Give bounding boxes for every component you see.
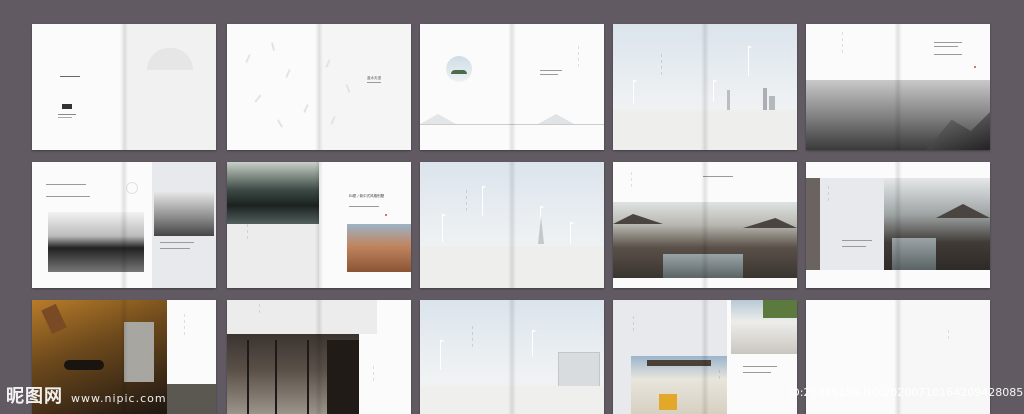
site-watermark: 昵图网 www.nipic.com [6, 382, 167, 408]
tower [727, 90, 730, 110]
lake-dusk-photo [227, 162, 319, 224]
landscape-circle [446, 56, 472, 82]
tea-bowl [64, 360, 104, 370]
brochure-spread-12: — — — — — [227, 300, 411, 414]
cover-text-line [60, 76, 80, 77]
lake-photo [48, 212, 144, 272]
watermark-url: www.nipic.com [71, 392, 167, 405]
brochure-spread-10: — — — [806, 162, 990, 288]
road-photo [347, 224, 411, 272]
villa-sketch [558, 352, 600, 388]
brochure-spread-7: Ri更 / 新中式风格别墅 — — — [227, 162, 411, 288]
brochure-spread-2: 蓝水天漫 [227, 24, 411, 150]
brochure-spread-13: — — — — [420, 300, 604, 414]
right-page [124, 24, 216, 150]
brochure-spread-3: — — — — [420, 24, 604, 150]
brochure-spread-6 [32, 162, 216, 288]
watermark-logo: 昵图网 [6, 386, 63, 407]
pagoda [538, 216, 544, 244]
logo-mark [62, 104, 72, 109]
spread-title: 蓝水天漫 [367, 76, 381, 80]
island-photo [154, 192, 214, 236]
caption: Ri更 / 新中式风格别墅 [349, 194, 385, 198]
image-id-label: ID:25315159 NO:20200710164209428085 [788, 386, 1024, 399]
brochure-spread-8: — — — — [420, 162, 604, 288]
brochure-spread-4: — — — — [613, 24, 797, 150]
brochure-spread-9: — — — [613, 162, 797, 288]
brochure-spread-14: — — — — — [613, 300, 797, 414]
brochure-spread-5: — — — — [806, 24, 990, 150]
vertical-text-block: — — — — [576, 46, 581, 68]
brochure-spread-1 [32, 24, 216, 150]
